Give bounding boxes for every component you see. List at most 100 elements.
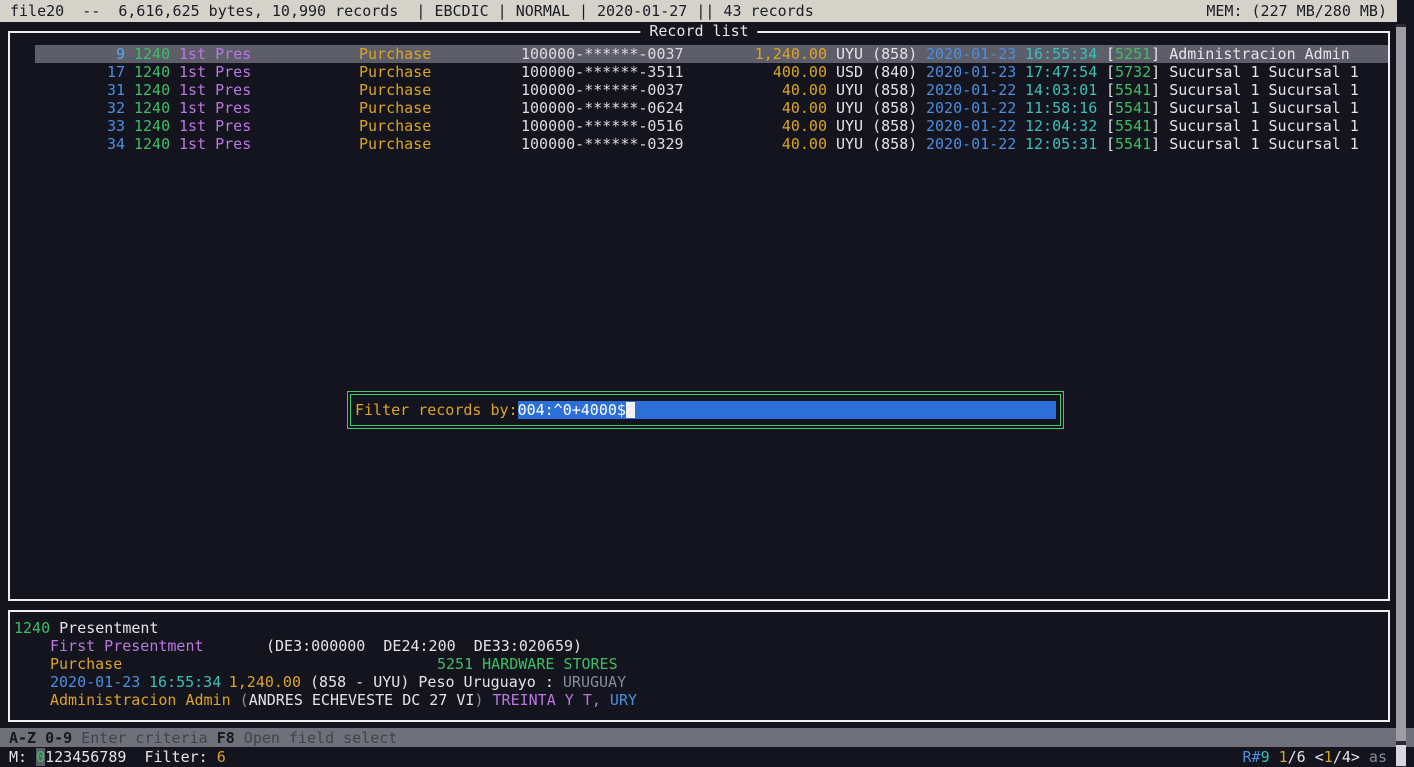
detail-line-mti: 1240 Presentment — [14, 619, 1388, 637]
page-open: < — [1306, 748, 1324, 766]
record-merchant: Sucursal 1 Sucursal 1 — [1169, 117, 1359, 135]
record-mti: 1240 — [134, 81, 170, 99]
record-currency: USD (840) — [836, 63, 917, 81]
record-time: 12:04:32 — [1025, 117, 1097, 135]
record-detail-panel: 1240 Presentment First Presentment (DE3:… — [8, 610, 1390, 722]
table-row[interactable]: 33 1240 1st Pres Purchase 100000-******-… — [35, 117, 1388, 135]
page-rest: /4> — [1333, 748, 1360, 766]
record-type: Purchase — [359, 135, 521, 153]
detail-time: 16:55:34 — [149, 673, 221, 691]
record-time: 14:03:01 — [1025, 81, 1097, 99]
detail-amount: 1,240.00 — [221, 673, 301, 691]
record-date: 2020-01-23 — [926, 45, 1016, 63]
record-date: 2020-01-22 — [926, 81, 1016, 99]
record-amount: 40.00 — [746, 99, 827, 117]
record-currency: UYU (858) — [836, 135, 917, 153]
record-pan: 100000-******-3511 — [521, 63, 746, 81]
paren-open: ( — [231, 691, 249, 709]
detail-merchant-detail: ANDRES ECHEVESTE DC 27 VI — [249, 691, 475, 709]
filter-input-value: 004:^0+4000$ — [518, 401, 626, 419]
table-row[interactable]: 31 1240 1st Pres Purchase 100000-******-… — [35, 81, 1388, 99]
record-currency: UYU (858) — [836, 81, 917, 99]
filter-count-value: 6 — [217, 748, 226, 766]
record-list-panel: Record list 9 1240 1st Pres Purchase 100… — [8, 31, 1390, 601]
record-number: 31 — [35, 81, 125, 99]
record-time: 16:55:34 — [1025, 45, 1097, 63]
record-date: 2020-01-22 — [926, 135, 1016, 153]
record-mti: 1240 — [134, 117, 170, 135]
memory-usage: MEM: (227 MB/280 MB) — [1206, 2, 1387, 20]
record-time: 11:58:16 — [1025, 99, 1097, 117]
record-type: Purchase — [359, 99, 521, 117]
record-merchant: Administracion Admin — [1169, 45, 1350, 63]
terminal-screen: file20 -- 6,616,625 bytes, 10,990 record… — [0, 0, 1414, 767]
status-bar: M: 0 123456789 Filter: 6 R# 9 1 /6 < 1 /… — [0, 747, 1396, 767]
detail-country: URUGUAY — [563, 673, 626, 691]
record-amount: 1,240.00 — [746, 45, 827, 63]
detail-tx-type: Purchase — [50, 655, 437, 673]
record-desc: 1st Pres — [179, 63, 359, 81]
page-current: 1 — [1324, 748, 1333, 766]
detail-merchant-city: TREINTA Y T, — [493, 691, 601, 709]
detail-merchant-country: URY — [601, 691, 637, 709]
record-currency: UYU (858) — [836, 99, 917, 117]
record-desc: 1st Pres — [179, 45, 359, 63]
record-pan: 100000-******-0037 — [521, 45, 746, 63]
record-mcc: 5541 — [1106, 117, 1160, 135]
record-mcc: 5541 — [1106, 99, 1160, 117]
record-mcc: 5541 — [1106, 81, 1160, 99]
paren-close: ) — [474, 691, 492, 709]
mark-label: M: — [9, 748, 36, 766]
filter-count-label: Filter: — [126, 748, 216, 766]
record-ref-num: 9 — [1261, 748, 1270, 766]
record-number: 34 — [35, 135, 125, 153]
keyhint-f8-desc: Open field select — [235, 729, 398, 747]
detail-line-function: First Presentment (DE3:000000 DE24:200 D… — [14, 637, 1388, 655]
detail-function-codes: (DE3:000000 DE24:200 DE33:020659) — [266, 637, 582, 655]
table-row[interactable]: 9 1240 1st Pres Purchase 100000-******-0… — [35, 45, 1388, 63]
record-amount: 40.00 — [746, 81, 827, 99]
record-time: 12:05:31 — [1025, 135, 1097, 153]
record-date: 2020-01-22 — [926, 99, 1016, 117]
mark-digits[interactable]: 123456789 — [45, 748, 126, 766]
table-row[interactable]: 32 1240 1st Pres Purchase 100000-******-… — [35, 99, 1388, 117]
record-pan: 100000-******-0624 — [521, 99, 746, 117]
record-mcc: 5732 — [1106, 63, 1160, 81]
record-mcc: 5541 — [1106, 135, 1160, 153]
detail-line-type: Purchase 5251 HARDWARE STORES — [14, 655, 1388, 673]
table-row[interactable]: 17 1240 1st Pres Purchase 100000-******-… — [35, 63, 1388, 81]
marked-digit[interactable]: 0 — [36, 748, 45, 766]
filter-dialog-inner: Filter records by: 004:^0+4000$ — [350, 394, 1061, 426]
position-total: /6 — [1288, 748, 1306, 766]
filter-dialog: Filter records by: 004:^0+4000$ — [347, 391, 1064, 429]
record-mti: 1240 — [134, 135, 170, 153]
record-rows: 9 1240 1st Pres Purchase 100000-******-0… — [35, 45, 1388, 153]
keyhint-f8-key: F8 — [217, 729, 235, 747]
record-type: Purchase — [359, 81, 521, 99]
record-number: 33 — [35, 117, 125, 135]
filter-input[interactable]: 004:^0+4000$ — [518, 401, 1056, 419]
filter-label: Filter records by: — [355, 401, 518, 419]
record-desc: 1st Pres — [179, 135, 359, 153]
detail-date: 2020-01-23 — [50, 673, 140, 691]
table-row[interactable]: 34 1240 1st Pres Purchase 100000-******-… — [35, 135, 1388, 153]
key-hint-bar: A-Z 0-9 Enter criteria F8 Open field sel… — [0, 728, 1414, 747]
scrollbar-thumb[interactable] — [1396, 27, 1406, 741]
record-merchant: Sucursal 1 Sucursal 1 — [1169, 81, 1359, 99]
record-mti: 1240 — [134, 45, 170, 63]
record-number: 17 — [35, 63, 125, 81]
record-date: 2020-01-23 — [926, 63, 1016, 81]
record-desc: 1st Pres — [179, 117, 359, 135]
record-pan: 100000-******-0329 — [521, 135, 746, 153]
text-cursor — [626, 402, 635, 418]
keyhint-criteria-desc: Enter criteria — [72, 729, 217, 747]
scrollbar-end-cap[interactable] — [1396, 745, 1406, 766]
record-mcc: 5251 — [1106, 45, 1160, 63]
record-pan: 100000-******-0516 — [521, 117, 746, 135]
detail-mcc: 5251 HARDWARE STORES — [437, 655, 618, 673]
record-date: 2020-01-22 — [926, 117, 1016, 135]
keyhint-criteria-keys: A-Z 0-9 — [9, 729, 72, 747]
record-mti: 1240 — [134, 99, 170, 117]
detail-currency: (858 - UYU) Peso Uruguayo : — [301, 673, 563, 691]
record-pan: 100000-******-0037 — [521, 81, 746, 99]
